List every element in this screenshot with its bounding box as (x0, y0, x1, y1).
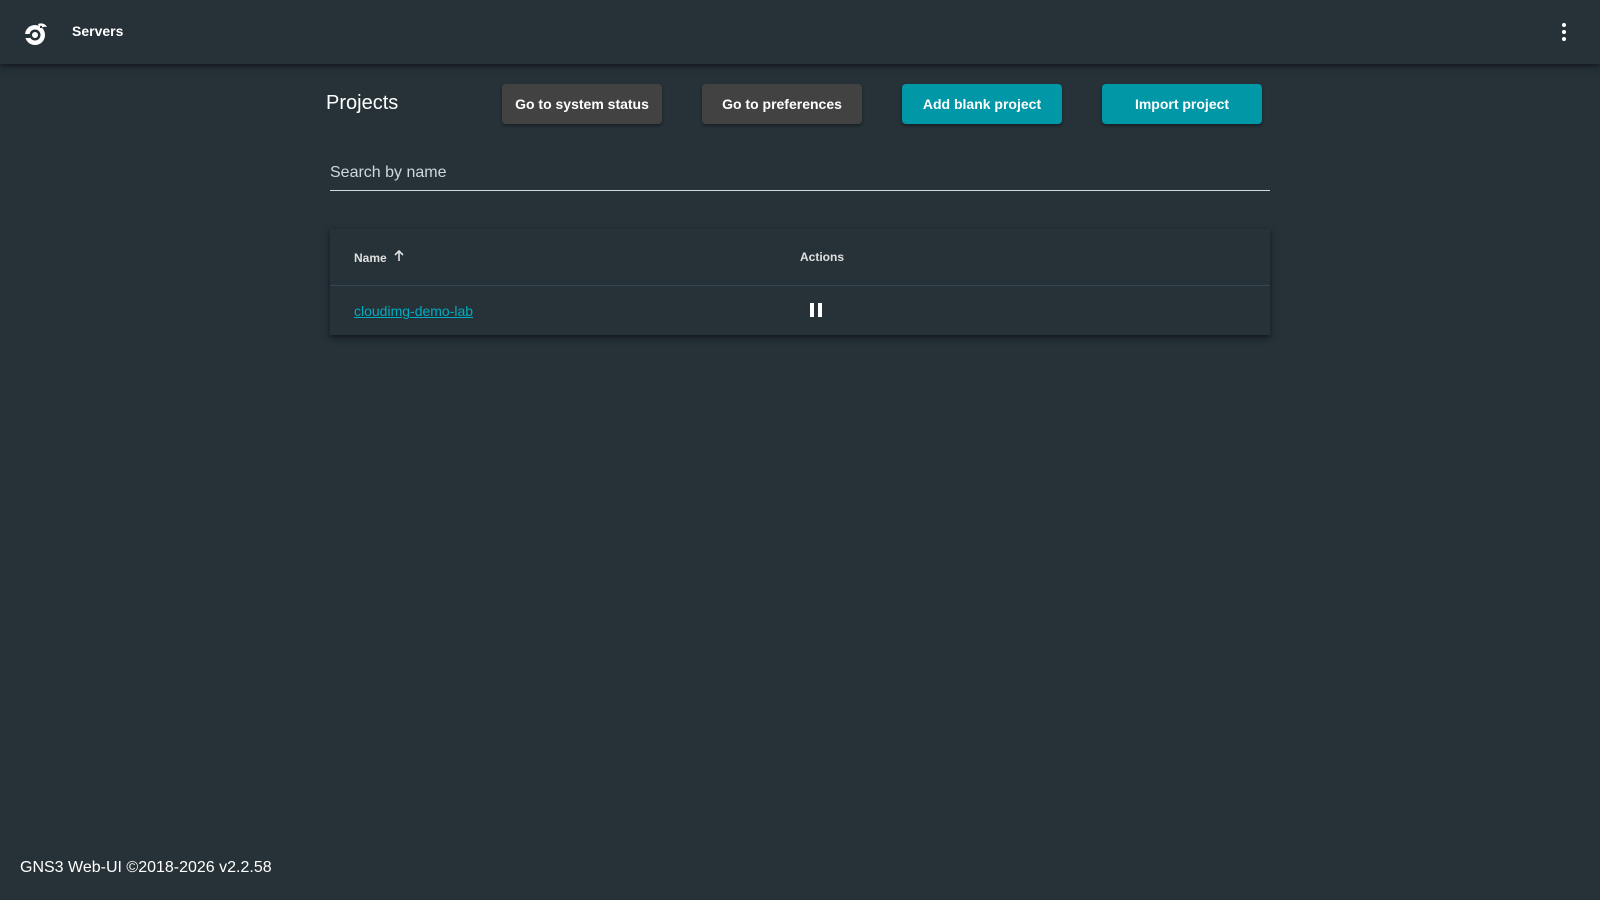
search-field (330, 158, 1270, 191)
table-row: cloudimg-demo-lab (330, 286, 1270, 335)
arrow-up-icon (393, 249, 405, 265)
project-name-link[interactable]: cloudimg-demo-lab (354, 303, 473, 319)
projects-table: Name Actions cloudimg-demo-lab (330, 229, 1270, 335)
go-to-system-status-button[interactable]: Go to system status (502, 84, 662, 124)
go-to-preferences-button[interactable]: Go to preferences (702, 84, 862, 124)
column-header-actions: Actions (800, 250, 845, 264)
column-header-name[interactable]: Name (354, 249, 405, 265)
footer-copyright: GNS3 Web-UI ©2018-2026 v2.2.58 (20, 859, 272, 876)
import-project-button[interactable]: Import project (1102, 84, 1262, 124)
search-input[interactable] (330, 158, 1270, 188)
add-blank-project-button[interactable]: Add blank project (902, 84, 1062, 124)
more-vert-icon[interactable] (1550, 18, 1578, 46)
gns3-logo-icon[interactable] (22, 20, 50, 48)
pause-icon[interactable] (804, 298, 828, 322)
column-header-name-label: Name (354, 250, 387, 265)
page-title: Projects (326, 92, 399, 114)
top-toolbar: Servers (0, 0, 1600, 64)
servers-title-link[interactable]: Servers (72, 23, 123, 39)
table-header-row: Name Actions (330, 229, 1270, 286)
